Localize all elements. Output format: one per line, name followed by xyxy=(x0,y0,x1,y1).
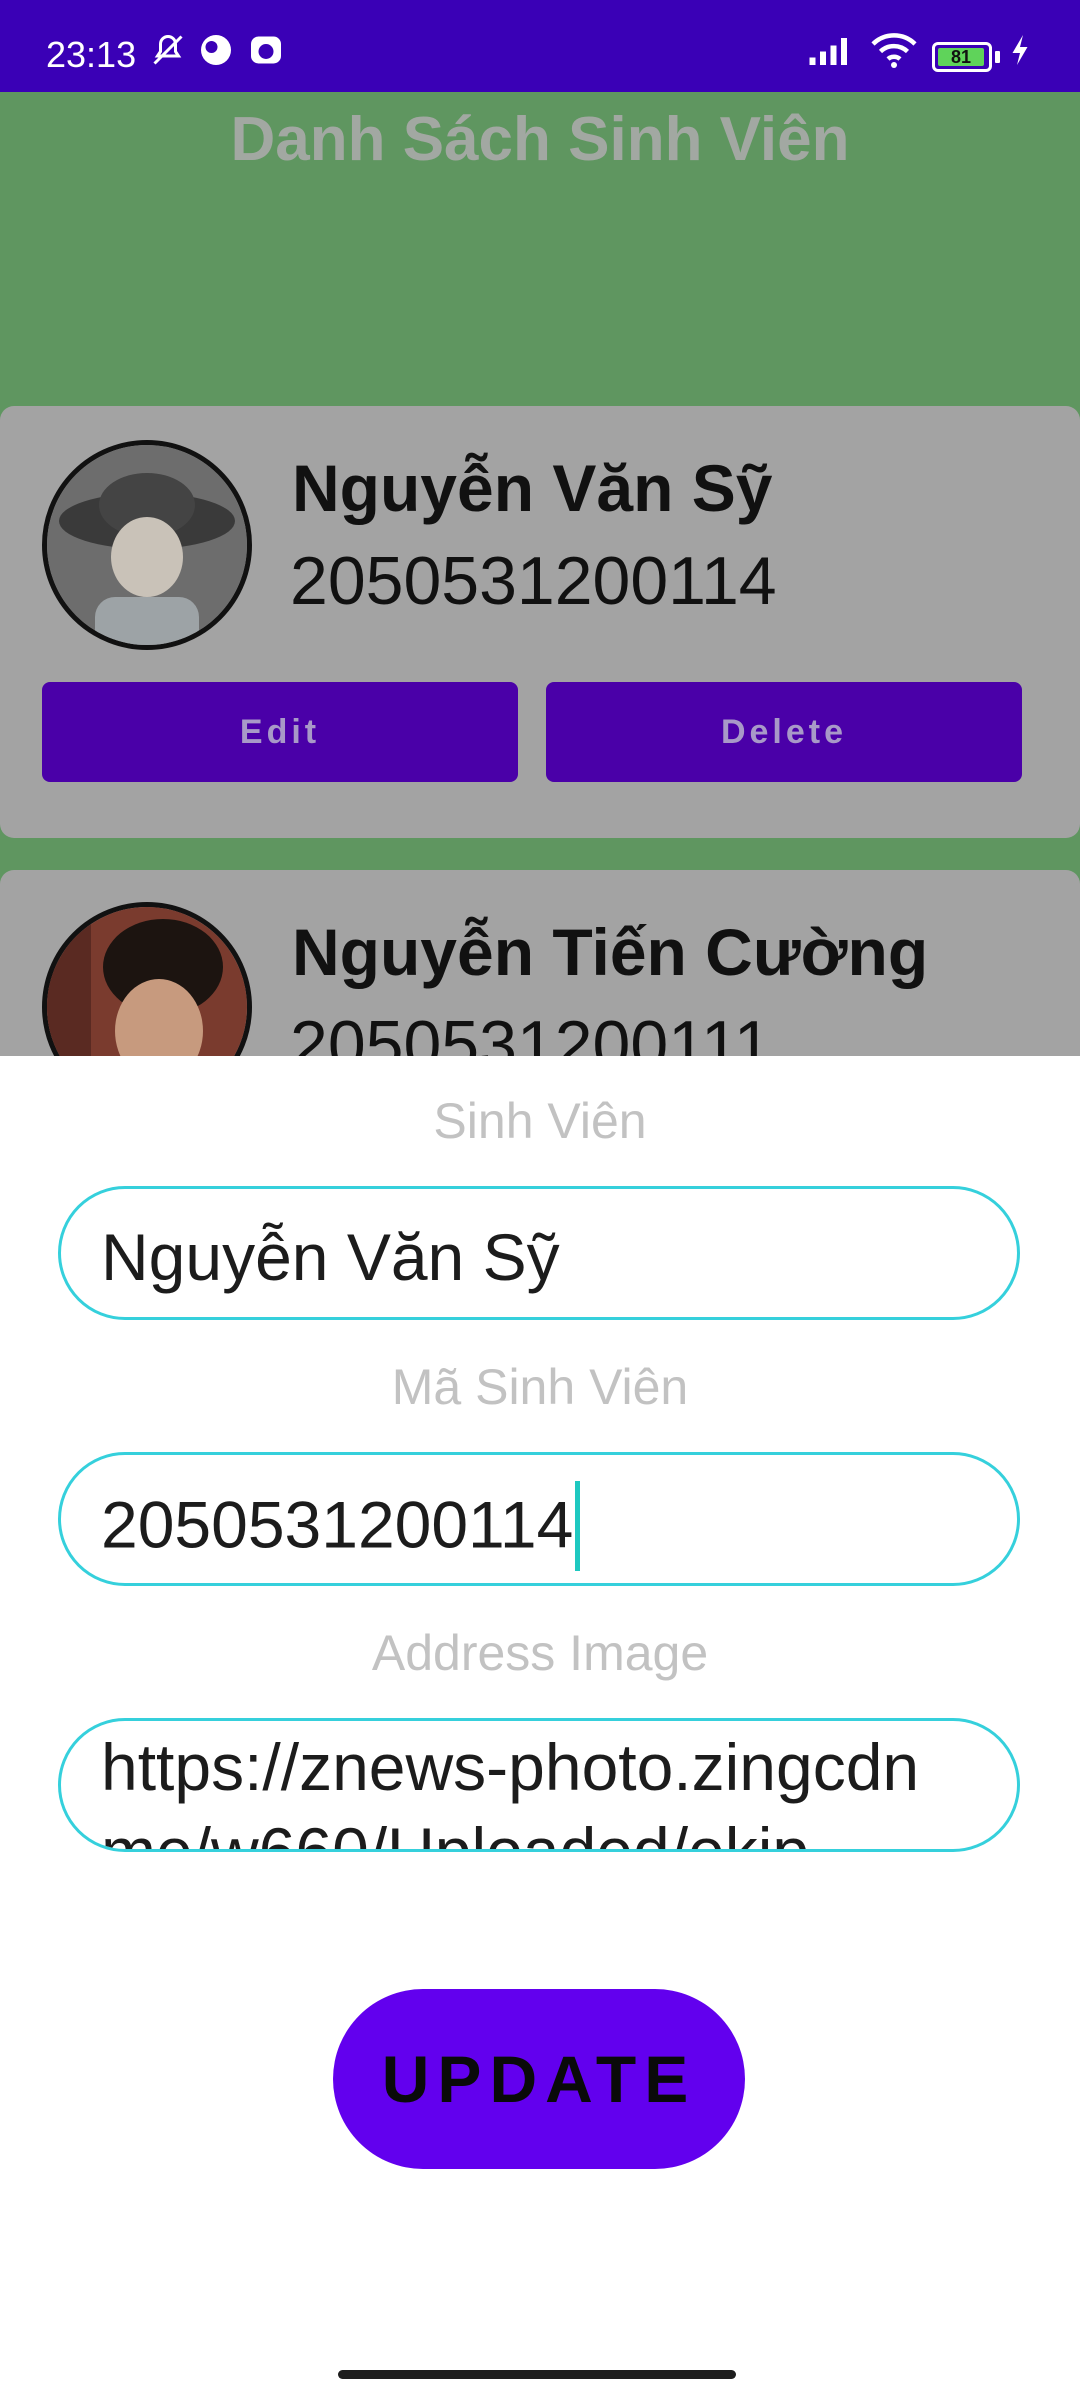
status-bar: 23:13 81 xyxy=(0,0,1080,92)
name-value: Nguyễn Văn Sỹ xyxy=(101,1220,560,1294)
student-id-value: 2050531200114 xyxy=(101,1487,574,1562)
student-name: Nguyễn Tiến Cường xyxy=(292,915,929,989)
mute-icon xyxy=(150,32,186,73)
wifi-icon xyxy=(870,32,918,73)
update-button[interactable]: UPDATE xyxy=(333,1989,745,2169)
name-label: Sinh Viên xyxy=(433,1093,647,1149)
image-address-value: https://znews-photo.zingcdn xyxy=(101,1730,920,1804)
name-field[interactable]: Nguyễn Văn Sỹ xyxy=(58,1186,1020,1320)
text-cursor xyxy=(575,1481,581,1571)
student-name: Nguyễn Văn Sỹ xyxy=(292,451,773,525)
status-time: 23:13 xyxy=(46,34,137,75)
student-list-screen: Danh Sách Sinh Viên Nguyễn Văn Sỹ 205053… xyxy=(0,92,1080,1056)
avatar xyxy=(42,440,252,650)
battery-nub xyxy=(995,51,1000,63)
student-card: Nguyễn Văn Sỹ 2050531200114 Edit Delete xyxy=(0,406,1080,838)
student-card: Nguyễn Tiến Cường 2050531200111 xyxy=(0,870,1080,1056)
image-address-field[interactable]: https://znews-photo.zingcdn me/w660/Uplo… xyxy=(58,1718,1020,1852)
student-id: 2050531200111 xyxy=(290,1007,772,1056)
battery-icon: 81 xyxy=(932,42,992,72)
delete-button[interactable]: Delete xyxy=(546,682,1022,782)
app-icon xyxy=(198,32,234,73)
image-address-label: Address Image xyxy=(371,1625,709,1681)
home-indicator[interactable] xyxy=(338,2370,736,2379)
student-id-field[interactable]: 2050531200114 xyxy=(58,1452,1020,1586)
student-id: 2050531200114 xyxy=(290,543,777,619)
edit-button[interactable]: Edit xyxy=(42,682,518,782)
page-title: Danh Sách Sinh Viên xyxy=(230,105,850,174)
avatar xyxy=(42,902,252,1056)
charging-icon xyxy=(1006,32,1034,73)
app-icon-2 xyxy=(248,32,284,73)
edit-student-sheet: Sinh Viên Nguyễn Văn Sỹ Mã Sinh Viên 205… xyxy=(0,1056,1080,2400)
battery-level: 81 xyxy=(938,48,984,66)
image-address-value-line2: me/w660/Uploaded/ekip xyxy=(101,1814,810,1852)
student-id-value-wrap: 2050531200114 xyxy=(101,1481,581,1575)
student-id-label: Mã Sinh Viên xyxy=(391,1359,689,1415)
signal-icon xyxy=(808,32,856,73)
